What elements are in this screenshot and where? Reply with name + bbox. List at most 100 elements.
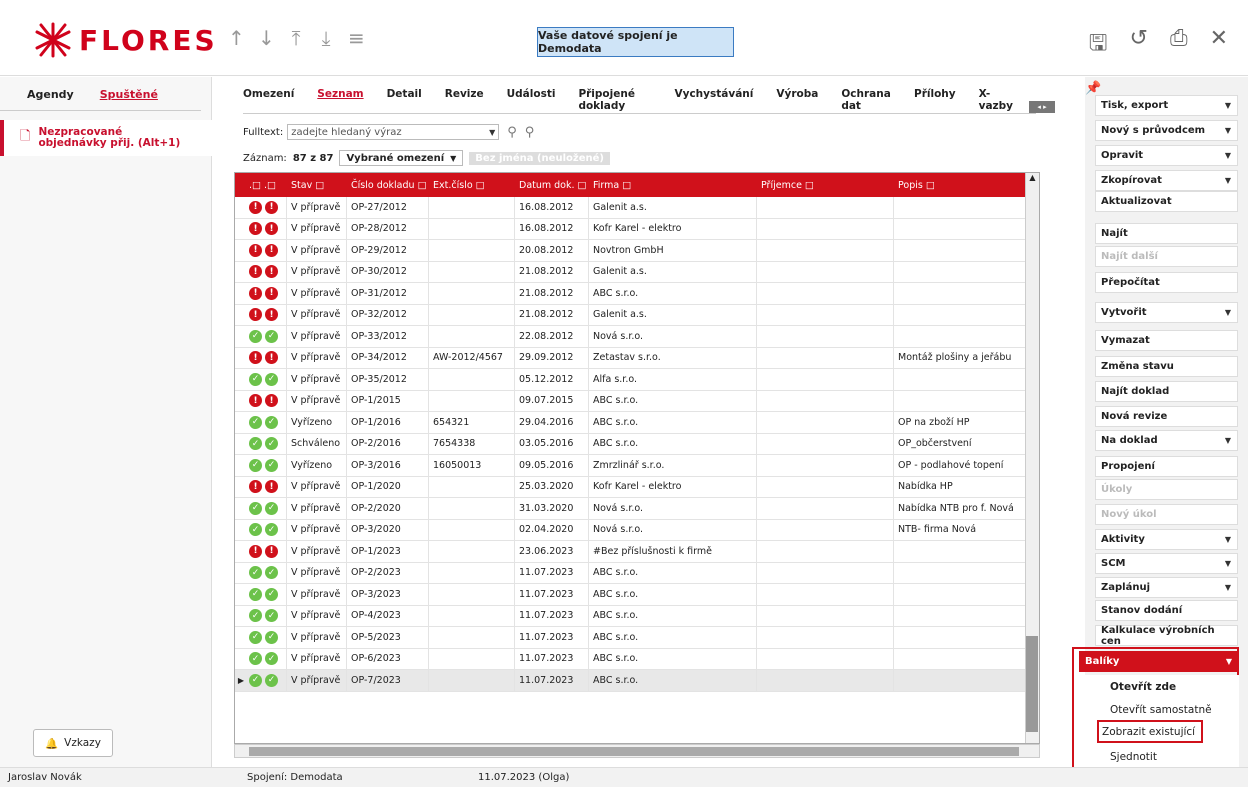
- action-button-nov-kol[interactable]: Nový úkol: [1095, 504, 1238, 525]
- action-button-vytvo-it[interactable]: Vytvořit ▼: [1095, 302, 1238, 323]
- action-button-stanov-dod-n-[interactable]: Stanov dodání: [1095, 600, 1238, 621]
- row-indicator: [235, 240, 247, 261]
- table-row[interactable]: ✓ ✓ V přípravě OP-2/2020 31.03.2020 Nová s.r.…: [235, 498, 1039, 520]
- tab-ochrana-dat[interactable]: Ochrana dat: [841, 88, 914, 113]
- table-row[interactable]: ✓ ✓ Vyřízeno OP-3/2016 16050013 09.05.2016 Zmr…: [235, 455, 1039, 477]
- table-row[interactable]: !! V přípravě OP-1/2020 25.03.2020 Kofr Kare…: [235, 476, 1039, 498]
- action-button-na-doklad[interactable]: Na doklad ▼: [1095, 430, 1238, 451]
- baliky-button[interactable]: Balíky ▼: [1079, 651, 1239, 672]
- action-button-opravit[interactable]: Opravit ▼: [1095, 145, 1238, 166]
- table-row[interactable]: !! V přípravě OP-1/2023 23.06.2023 #Bez přís…: [235, 541, 1039, 563]
- cell-firma: Zetastav s.r.o.: [589, 347, 757, 368]
- vertical-scrollbar[interactable]: ▲: [1025, 173, 1039, 743]
- table-row[interactable]: !! V přípravě OP-31/2012 21.08.2012 ABC s.r.…: [235, 283, 1039, 305]
- column-header[interactable]: Číslo dokladu □: [347, 173, 429, 197]
- table-row[interactable]: !! V přípravě OP-28/2012 16.08.2012 Kofr Kar…: [235, 218, 1039, 240]
- menu-item-otevrit-samostatne[interactable]: Otevřít samostatně: [1110, 704, 1212, 716]
- horizontal-scrollbar[interactable]: [234, 744, 1040, 758]
- column-header[interactable]: Datum dok. □: [515, 173, 589, 197]
- agenda-item-orders[interactable]: 🗋 Nezpracované objednávky přij. (Alt+1): [0, 120, 212, 156]
- tab-v-roba[interactable]: Výroba: [776, 88, 841, 113]
- alert-icon: !: [249, 265, 262, 279]
- search-advanced-icon[interactable]: ⚲: [525, 125, 535, 140]
- action-button--koly[interactable]: Úkoly: [1095, 479, 1238, 500]
- cell-prijemce: [757, 541, 894, 562]
- action-button-scm[interactable]: SCM ▼: [1095, 553, 1238, 574]
- tab-p-ipojen-doklady[interactable]: Připojené doklady: [578, 88, 674, 113]
- action-button-naj-t[interactable]: Najít: [1095, 223, 1238, 244]
- action-button-naj-t-doklad[interactable]: Najít doklad: [1095, 381, 1238, 402]
- tab-revize[interactable]: Revize: [445, 88, 507, 113]
- tab-x-vazby[interactable]: X-vazby: [979, 88, 1036, 113]
- arrow-up-icon[interactable]: ↑: [228, 26, 245, 50]
- column-header[interactable]: Stav □: [287, 173, 347, 197]
- cell-prijemce: [757, 498, 894, 519]
- search-icon[interactable]: ⚲: [507, 125, 517, 140]
- fulltext-input[interactable]: zadejte hledaný výraz ▼: [287, 124, 500, 140]
- arrow-to-bottom-icon[interactable]: ⤓: [318, 26, 334, 50]
- horizontal-scroll-thumb[interactable]: [249, 747, 1019, 756]
- tab-vychyst-v-n-[interactable]: Vychystávání: [674, 88, 776, 113]
- tab-agendy[interactable]: Agendy: [27, 88, 74, 110]
- table-row[interactable]: !! V přípravě OP-1/2015 09.07.2015 ABC s.r.o…: [235, 390, 1039, 412]
- menu-item-otevrit-zde[interactable]: Otevřít zde: [1110, 681, 1176, 693]
- arrow-down-icon[interactable]: ↓: [258, 26, 275, 50]
- column-header[interactable]: Ext.číslo □: [429, 173, 515, 197]
- tab-spustene[interactable]: Spuštěné: [100, 88, 158, 110]
- table-row[interactable]: ✓ ✓ V přípravě OP-5/2023 11.07.2023 ABC s.r.o…: [235, 627, 1039, 649]
- messages-button[interactable]: 🔔 Vzkazy: [33, 729, 113, 757]
- action-button-p-epo-tat[interactable]: Přepočítat: [1095, 272, 1238, 293]
- table-row[interactable]: !! V přípravě OP-32/2012 21.08.2012 Galenit …: [235, 304, 1039, 326]
- table-row[interactable]: ✓ ✓ V přípravě OP-2/2023 11.07.2023 ABC s.r.o…: [235, 562, 1039, 584]
- tab-scroll-arrows[interactable]: ◂ ▸: [1029, 101, 1055, 113]
- close-icon[interactable]: ✕: [1210, 26, 1228, 64]
- action-button-zapl-nuj[interactable]: Zaplánuj ▼: [1095, 577, 1238, 598]
- column-header[interactable]: Firma □: [589, 173, 757, 197]
- save-icon[interactable]: 🖫: [1089, 26, 1108, 64]
- column-header[interactable]: Příjemce □: [757, 173, 894, 197]
- action-button-kalkulace-v-robn-ch-cen[interactable]: Kalkulace výrobních cen: [1095, 625, 1238, 647]
- table-row[interactable]: !! V přípravě OP-30/2012 21.08.2012 Galenit …: [235, 261, 1039, 283]
- filter-select[interactable]: Vybrané omezení ▼: [339, 150, 464, 166]
- action-button-tisk-export[interactable]: Tisk, export ▼: [1095, 95, 1238, 116]
- tab-detail[interactable]: Detail: [387, 88, 445, 113]
- action-button-aktivity[interactable]: Aktivity ▼: [1095, 529, 1238, 550]
- pin-icon[interactable]: 📌: [1085, 81, 1101, 96]
- table-row[interactable]: ✓ ✓ V přípravě OP-33/2012 22.08.2012 Nová s.r…: [235, 326, 1039, 348]
- menu-item-zobrazit-existujici[interactable]: Zobrazit existující: [1102, 726, 1195, 738]
- action-button-naj-t-dal-[interactable]: Najít další: [1095, 246, 1238, 267]
- table-row[interactable]: !! V přípravě OP-29/2012 20.08.2012 Novtron …: [235, 240, 1039, 262]
- table-row[interactable]: ✓ ✓ V přípravě OP-6/2023 11.07.2023 ABC s.r.o…: [235, 648, 1039, 670]
- chevron-down-icon[interactable]: ▼: [489, 128, 498, 137]
- table-row[interactable]: ✓ ✓ Schváleno OP-2/2016 7654338 03.05.2016 ABC…: [235, 433, 1039, 455]
- table-row[interactable]: ▶ ✓ ✓ V přípravě OP-7/2023 11.07.2023 ABC s.r.…: [235, 670, 1039, 692]
- tab-seznam[interactable]: Seznam: [317, 88, 386, 113]
- menu-item-sjednotit[interactable]: Sjednotit: [1110, 751, 1157, 763]
- cell-popis: [894, 562, 1026, 583]
- arrow-to-top-icon[interactable]: ⤒: [288, 26, 304, 50]
- tab-p-lohy[interactable]: Přílohy: [914, 88, 979, 113]
- action-button-vymazat[interactable]: Vymazat: [1095, 330, 1238, 351]
- action-button-zm-na-stavu[interactable]: Změna stavu: [1095, 356, 1238, 377]
- table-row[interactable]: !! V přípravě OP-27/2012 16.08.2012 Galenit …: [235, 197, 1039, 219]
- print-icon[interactable]: ⎙: [1170, 26, 1188, 64]
- action-button-nov-revize[interactable]: Nová revize: [1095, 406, 1238, 427]
- column-header[interactable]: .□ .□: [247, 173, 287, 197]
- undo-icon[interactable]: ↺: [1130, 26, 1148, 64]
- column-header[interactable]: Popis □: [894, 173, 1026, 197]
- table-row[interactable]: ✓ ✓ V přípravě OP-4/2023 11.07.2023 ABC s.r.o…: [235, 605, 1039, 627]
- table-row[interactable]: ✓ ✓ V přípravě OP-3/2020 02.04.2020 Nová s.r.…: [235, 519, 1039, 541]
- table-row[interactable]: !! V přípravě OP-34/2012 AW-2012/4567 29.09.…: [235, 347, 1039, 369]
- action-button-nov-s-pr-vodcem[interactable]: Nový s průvodcem ▼: [1095, 120, 1238, 141]
- action-button-zkop-rovat[interactable]: Zkopírovat ▼: [1095, 170, 1238, 191]
- action-button-propojen-[interactable]: Propojení: [1095, 456, 1238, 477]
- table-row[interactable]: ✓ ✓ V přípravě OP-35/2012 05.12.2012 Alfa s.r…: [235, 369, 1039, 391]
- menu-icon[interactable]: ≡: [348, 26, 365, 50]
- vertical-scroll-thumb[interactable]: [1026, 636, 1038, 732]
- action-button-aktualizovat[interactable]: Aktualizovat: [1095, 191, 1238, 212]
- table-row[interactable]: ✓ ✓ Vyřízeno OP-1/2016 654321 29.04.2016 ABC s…: [235, 412, 1039, 434]
- tab-ud-losti[interactable]: Události: [507, 88, 579, 113]
- table-row[interactable]: ✓ ✓ V přípravě OP-3/2023 11.07.2023 ABC s.r.o…: [235, 584, 1039, 606]
- scroll-up-icon[interactable]: ▲: [1026, 173, 1039, 182]
- tab-omezen-[interactable]: Omezení: [243, 88, 317, 113]
